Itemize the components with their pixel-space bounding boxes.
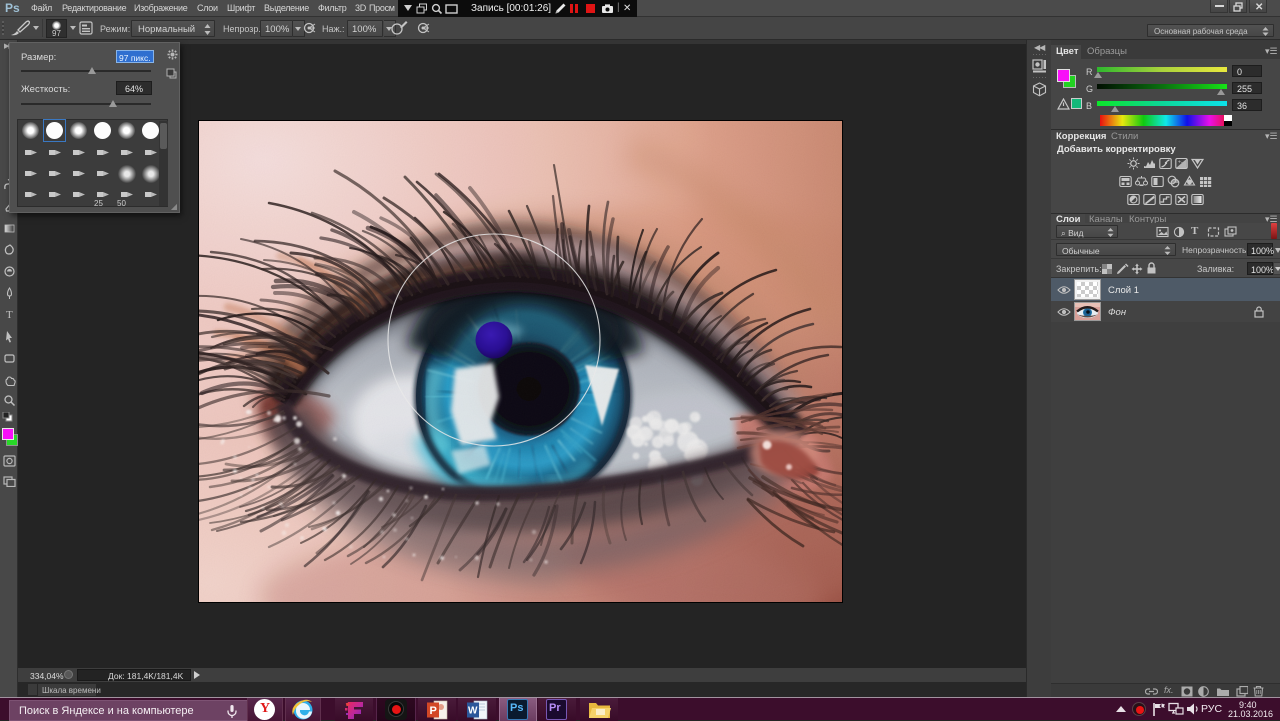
svg-text:T: T — [6, 309, 13, 321]
svg-text:P: P — [430, 705, 437, 717]
svg-text:W: W — [468, 706, 478, 717]
svg-text:+-: +- — [1178, 160, 1183, 166]
